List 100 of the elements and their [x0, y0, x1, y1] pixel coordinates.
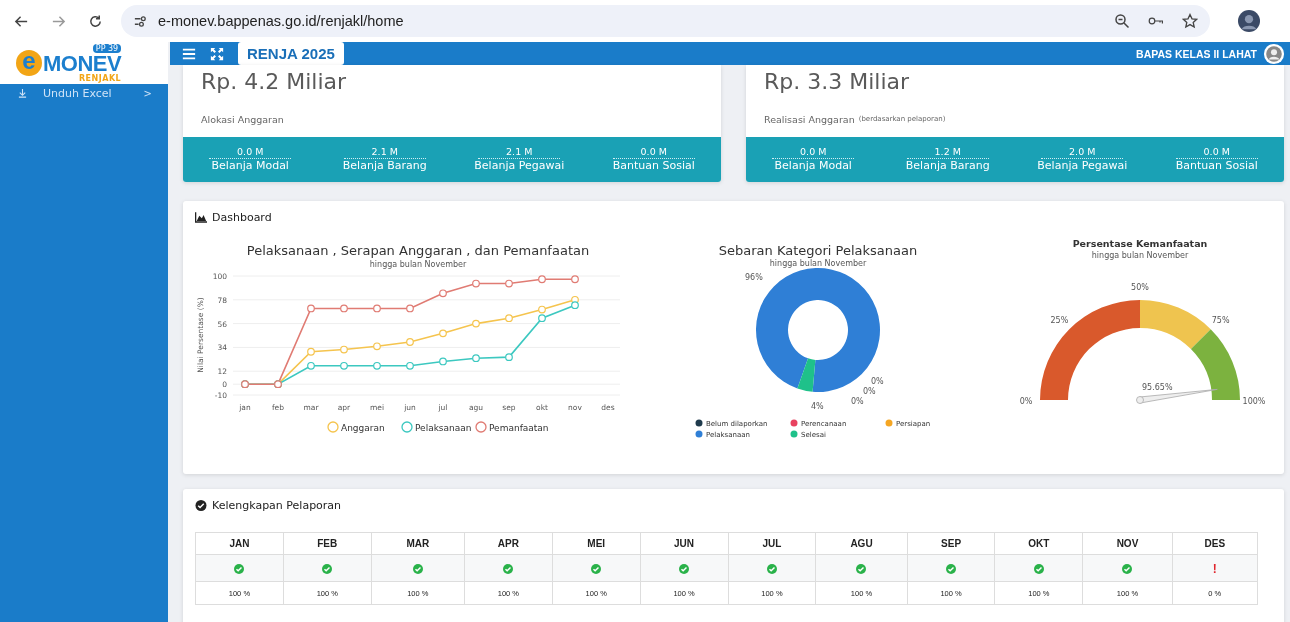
- gauge-subtitle: hingga bulan November: [1091, 251, 1189, 260]
- fullscreen-icon[interactable]: [210, 46, 224, 61]
- stat-value: 0.0 M: [209, 146, 292, 160]
- data-label: 4%: [811, 402, 824, 411]
- data-point: [307, 361, 315, 370]
- table-header-cell: OKT: [995, 532, 1083, 555]
- stat-value: 2.1 M: [478, 146, 561, 160]
- legend-marker-icon[interactable]: [475, 421, 487, 433]
- amount: Rp. 4.2 Miliar: [200, 68, 348, 96]
- data-point: [307, 347, 315, 356]
- table-header-cell: NOV: [1082, 532, 1173, 555]
- gauge-tick-label: 100%: [1242, 397, 1266, 406]
- check-circle-icon: [195, 500, 207, 511]
- section-title: Dashboard: [212, 211, 272, 224]
- logo-name: MONEV: [43, 53, 122, 74]
- stat-value: 2.1 M: [343, 146, 426, 160]
- data-point: [505, 314, 513, 323]
- data-label: 0%: [851, 397, 864, 406]
- table-header-cell: FEB: [283, 532, 372, 555]
- gauge-band: [1190, 329, 1240, 400]
- data-point: [472, 319, 480, 328]
- table-header-cell: MEI: [552, 532, 641, 555]
- section-title: Kelengkapan Pelaporan: [212, 499, 342, 512]
- table-header-cell: JUN: [640, 532, 728, 555]
- legend-marker-icon[interactable]: [327, 421, 339, 433]
- zoom-icon[interactable]: [1114, 13, 1130, 29]
- data-point: [373, 361, 381, 370]
- legend-dot[interactable]: [885, 419, 893, 427]
- data-point: [439, 289, 447, 298]
- table-header-cell: MAR: [371, 532, 465, 555]
- stat-value: 0.0 M: [1175, 146, 1258, 160]
- warning-mark: !: [1212, 562, 1217, 576]
- gauge-tick-label: 25%: [1050, 316, 1069, 326]
- data-point: [472, 279, 480, 288]
- data-point: [505, 279, 513, 288]
- stat-label: Belanja Pegawai: [474, 159, 565, 173]
- data-point: [538, 275, 546, 284]
- table-header-cell: JUL: [728, 532, 816, 555]
- gauge-tick-label: 50%: [1131, 283, 1149, 292]
- logo-subtitle: RENJAKL: [78, 73, 122, 83]
- stat-value: 1.2 M: [906, 146, 989, 160]
- chart-subtitle: hingga bulan November: [369, 260, 467, 269]
- table-header-cell: JAN: [195, 532, 284, 555]
- area-chart-icon: [195, 212, 207, 223]
- gauge-reading: 95.65%: [1142, 383, 1173, 392]
- chart-title: Sebaran Kategori Pelaksanaan: [718, 243, 918, 258]
- stat-label: Belanja Modal: [774, 159, 852, 173]
- legend-dot[interactable]: [695, 430, 703, 438]
- stat-label: Belanja Modal: [211, 159, 289, 173]
- logo-mark: e: [16, 50, 42, 76]
- stat-label: Belanja Pegawai: [1037, 159, 1128, 173]
- legend-dot[interactable]: [695, 419, 703, 427]
- data-point: [406, 338, 414, 346]
- data-point: [439, 329, 447, 338]
- data-point: [439, 357, 447, 366]
- download-icon: [18, 88, 27, 98]
- year-badge[interactable]: RENJA 2025: [238, 42, 344, 65]
- stat-value: 0.0 M: [612, 146, 695, 160]
- user-name[interactable]: BAPAS KELAS II LAHAT: [1136, 47, 1257, 60]
- gauge-tick-label: 75%: [1211, 316, 1230, 326]
- stat-label: Bantuan Sosial: [1175, 159, 1258, 173]
- data-point: [571, 275, 579, 284]
- site-settings-icon[interactable]: [133, 13, 148, 29]
- gauge-title: Persentase Kemanfaatan: [1072, 238, 1208, 249]
- card-label: Realisasi Anggaran: [764, 113, 855, 125]
- stat-value: 0.0 M: [772, 146, 855, 160]
- profile-avatar[interactable]: [1238, 10, 1260, 32]
- data-point: [340, 304, 348, 313]
- data-point: [505, 353, 513, 362]
- table-header-cell: SEP: [907, 532, 995, 555]
- reload-icon[interactable]: [88, 13, 103, 29]
- data-point: [406, 304, 414, 313]
- stat-label: Belanja Barang: [342, 159, 427, 173]
- data-label: 0%: [863, 387, 876, 396]
- stat-label: Bantuan Sosial: [612, 159, 695, 173]
- data-label: 96%: [745, 273, 763, 282]
- legend-dot[interactable]: [790, 419, 798, 427]
- address-bar[interactable]: e-monev.bappenas.go.id/renjakl/home: [121, 5, 1210, 37]
- legend-label[interactable]: Anggaran: [341, 422, 385, 433]
- menu-icon[interactable]: [182, 46, 196, 61]
- url-text: e-monev.bappenas.go.id/renjakl/home: [158, 13, 404, 29]
- legend-dot[interactable]: [790, 430, 798, 438]
- chevron-icon: >: [143, 87, 152, 99]
- table-header-cell: DES: [1172, 532, 1258, 555]
- gauge-tick-label: 0%: [1019, 397, 1033, 406]
- stat-value: 2.0 M: [1041, 146, 1124, 160]
- avatar-icon[interactable]: [1263, 42, 1285, 65]
- legend-label[interactable]: Pemanfaatan: [489, 422, 549, 433]
- data-point: [373, 304, 381, 313]
- star-icon[interactable]: [1182, 13, 1198, 29]
- logo-badge: PP 39: [92, 43, 122, 53]
- data-label: 0%: [871, 377, 884, 386]
- stat-label: Belanja Barang: [905, 159, 990, 173]
- table-header-cell: APR: [464, 532, 553, 555]
- data-point: [373, 342, 381, 351]
- data-point: [406, 361, 414, 370]
- legend-marker-icon[interactable]: [401, 421, 413, 433]
- data-point: [340, 361, 348, 370]
- legend-label[interactable]: Pelaksanaan: [415, 422, 472, 433]
- chart-subtitle: hingga bulan November: [769, 259, 867, 268]
